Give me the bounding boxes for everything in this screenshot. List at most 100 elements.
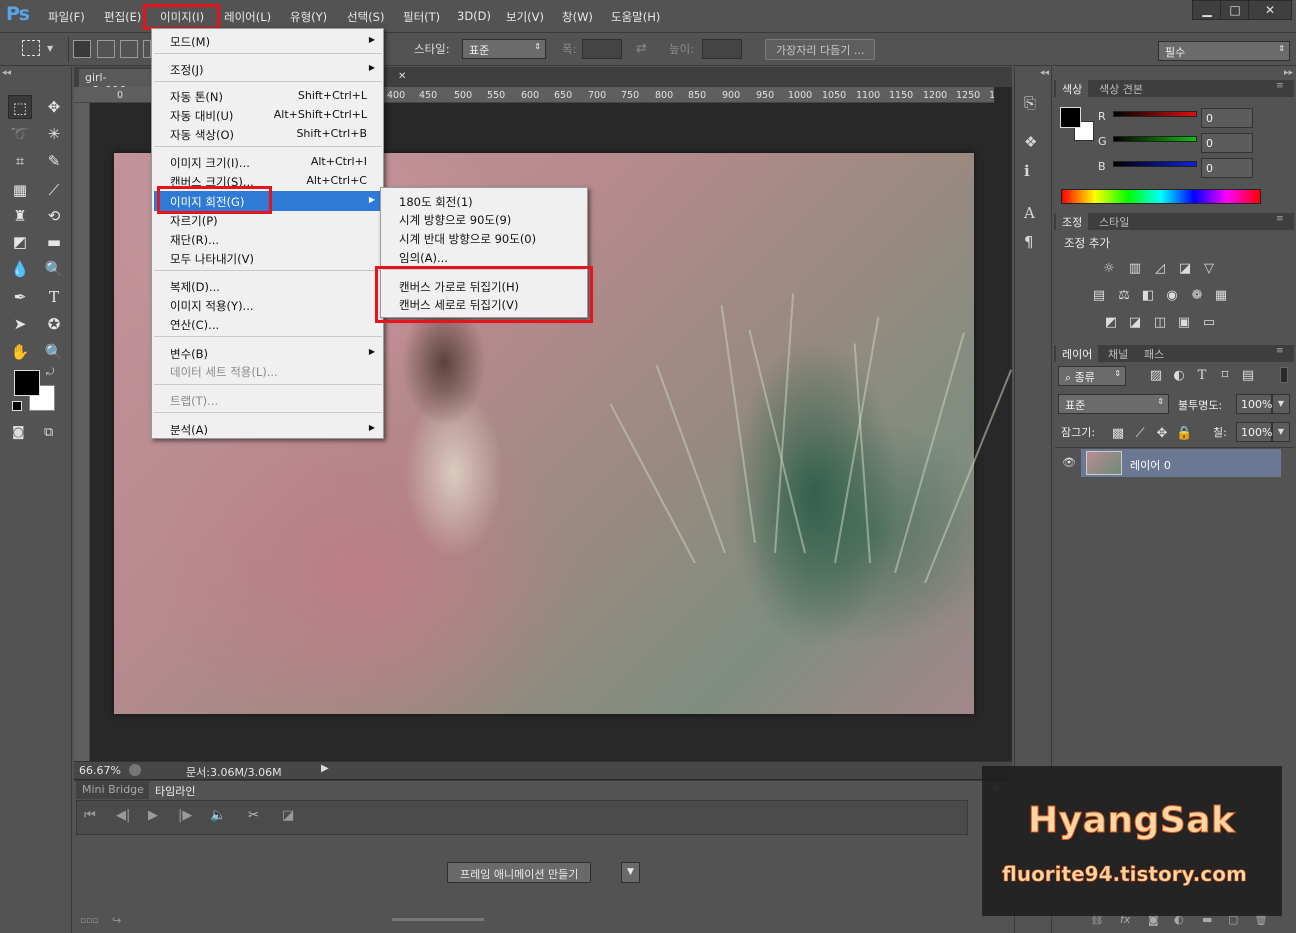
fill-dropdown-icon[interactable]: ▼	[1272, 422, 1290, 442]
lasso-tool[interactable]: ➰	[8, 122, 32, 146]
preset-dropdown-icon[interactable]: ▼	[47, 44, 53, 53]
default-colors-icon[interactable]	[12, 401, 22, 411]
posterize-icon[interactable]: ◪	[1127, 316, 1143, 330]
rect-marquee-tool[interactable]: ⬚	[8, 95, 32, 119]
photo-filter-icon[interactable]: ◉	[1164, 289, 1180, 303]
workspace-select[interactable]: 필수 ⇕	[1158, 41, 1290, 61]
menu-3d[interactable]: 3D(D)	[457, 9, 491, 23]
selective-color-icon[interactable]: ▣	[1176, 316, 1192, 330]
channel-g-slider[interactable]	[1113, 136, 1197, 142]
blur-tool[interactable]: 💧	[8, 257, 32, 281]
menu-item-trim[interactable]: 재단(R)...	[170, 232, 219, 248]
paragraph-icon[interactable]: ¶	[1024, 233, 1034, 251]
first-frame-icon[interactable]: ⏮	[84, 808, 96, 823]
channel-r-value[interactable]: 0	[1201, 108, 1253, 128]
filter-pixel-icon[interactable]: ▨	[1148, 369, 1164, 383]
status-menu-arrow-icon[interactable]: ▶	[321, 763, 329, 774]
collapse-icon[interactable]: ▸▸	[1284, 68, 1293, 78]
brightness-icon[interactable]: ☼	[1101, 262, 1117, 276]
menu-item-analysis[interactable]: 분석(A)	[170, 422, 208, 438]
foreground-color-swatch-top[interactable]	[14, 370, 40, 396]
hand-tool[interactable]: ✋	[8, 340, 32, 364]
menu-item-rotate-180[interactable]: 180도 회전(1)	[399, 194, 473, 210]
menu-item-image-size[interactable]: 이미지 크기(I)...	[170, 155, 250, 171]
refine-edge-button[interactable]: 가장자리 다듬기 ...	[765, 39, 876, 60]
menu-item-auto-color[interactable]: 자동 색상(O)	[170, 127, 234, 143]
move-tool[interactable]: ✥	[42, 95, 66, 119]
pen-tool[interactable]: ✒	[8, 285, 32, 309]
screen-mode-icon[interactable]: ⧉	[44, 425, 53, 440]
tab-color[interactable]: 색상	[1056, 80, 1089, 97]
collapse-icon[interactable]: ◂◂	[1040, 68, 1049, 78]
info-icon[interactable]: ℹ	[1024, 162, 1030, 180]
brush-tool[interactable]: ⟋	[42, 178, 66, 202]
prev-frame-icon[interactable]: ◀|	[116, 808, 130, 823]
new-selection-icon[interactable]	[73, 40, 91, 58]
marquee-preset-icon[interactable]	[22, 40, 40, 56]
layer-filter-select[interactable]: ⌕ 종류 ⇕	[1058, 366, 1126, 386]
opacity-dropdown-icon[interactable]: ▼	[1272, 394, 1290, 414]
stamp-tool[interactable]: ♜	[8, 204, 32, 228]
gradient-tool[interactable]: ▬	[42, 230, 66, 254]
zoom-slider[interactable]	[392, 918, 484, 921]
eye-visibility-icon[interactable]: 👁	[1062, 456, 1076, 469]
curves-icon[interactable]: ◿	[1152, 262, 1168, 276]
opacity-value[interactable]: 100%	[1236, 394, 1272, 414]
panel-menu-icon[interactable]: ≡	[1276, 81, 1284, 91]
eraser-tool[interactable]: ◩	[8, 230, 32, 254]
history-icon[interactable]: ⎘	[1024, 94, 1036, 112]
tab-channels[interactable]: 채널	[1102, 345, 1134, 362]
tab-styles[interactable]: 스타일	[1093, 213, 1135, 230]
panel-menu-icon[interactable]: ≡	[1276, 346, 1284, 356]
menu-item-auto-contrast[interactable]: 자동 대비(U)	[170, 108, 233, 124]
lock-transparency-icon[interactable]: ▩	[1110, 427, 1126, 441]
color-balance-icon[interactable]: ⚖	[1116, 289, 1132, 303]
black-white-icon[interactable]: ◧	[1140, 289, 1156, 303]
menu-layer[interactable]: 레이어(L)	[224, 9, 271, 25]
lock-pixels-icon[interactable]: ⟋	[1132, 427, 1148, 441]
tab-layers[interactable]: 레이어	[1056, 345, 1099, 362]
lock-all-icon[interactable]: 🔒	[1176, 427, 1192, 441]
audio-icon[interactable]: 🔈	[210, 808, 226, 823]
type-tool[interactable]: T	[42, 285, 66, 309]
channel-b-value[interactable]: 0	[1201, 158, 1253, 178]
collapse-icon[interactable]: ◂◂	[2, 68, 11, 78]
tab-adjustments[interactable]: 조정	[1056, 213, 1089, 230]
menu-item-crop[interactable]: 자르기(P)	[170, 213, 218, 229]
minimize-button[interactable]: ▁	[1192, 0, 1222, 20]
subtract-selection-icon[interactable]	[120, 40, 138, 58]
menu-item-auto-tone[interactable]: 자동 톤(N)	[170, 89, 223, 105]
convert-icon[interactable]: ↪	[112, 914, 121, 927]
lock-position-icon[interactable]: ✥	[1154, 427, 1170, 441]
history-brush-tool[interactable]: ⟲	[42, 204, 66, 228]
fill-value[interactable]: 100%	[1236, 422, 1272, 442]
tab-mini-bridge[interactable]: Mini Bridge	[76, 781, 150, 799]
scissors-icon[interactable]: ✂	[248, 808, 259, 823]
menu-item-variables[interactable]: 변수(B)	[170, 346, 208, 362]
panel-menu-icon[interactable]: ≡	[1276, 214, 1284, 224]
menu-type[interactable]: 유형(Y)	[290, 9, 327, 25]
menu-filter[interactable]: 필터(T)	[403, 9, 440, 25]
exposure-icon[interactable]: ◪	[1177, 262, 1193, 276]
swap-colors-icon[interactable]: ⤾	[46, 367, 54, 378]
maximize-button[interactable]: □	[1220, 0, 1250, 20]
next-frame-icon[interactable]: |▶	[178, 808, 192, 823]
create-dropdown-icon[interactable]: ▼	[621, 862, 640, 883]
filter-smart-icon[interactable]: ▤	[1240, 369, 1256, 383]
close-button[interactable]: ✕	[1248, 0, 1292, 20]
magic-wand-tool[interactable]: ✳	[42, 122, 66, 146]
play-icon[interactable]: ▶	[148, 808, 158, 823]
tab-swatches[interactable]: 색상 견본	[1093, 80, 1149, 97]
width-field[interactable]	[582, 39, 622, 59]
hue-saturation-icon[interactable]: ▤	[1091, 289, 1107, 303]
intersect-selection-icon[interactable]	[143, 40, 151, 58]
filter-type-icon[interactable]: T	[1194, 369, 1210, 383]
shape-tool[interactable]: ✪	[42, 312, 66, 336]
status-info-icon[interactable]	[129, 764, 141, 776]
create-frame-animation-button[interactable]: 프레임 애니메이션 만들기	[447, 862, 592, 883]
height-field[interactable]	[702, 39, 742, 59]
invert-icon[interactable]: ◩	[1103, 316, 1119, 330]
channel-b-slider[interactable]	[1113, 161, 1197, 167]
close-tab-icon[interactable]: ✕	[398, 71, 406, 82]
filter-toggle[interactable]	[1280, 367, 1288, 383]
